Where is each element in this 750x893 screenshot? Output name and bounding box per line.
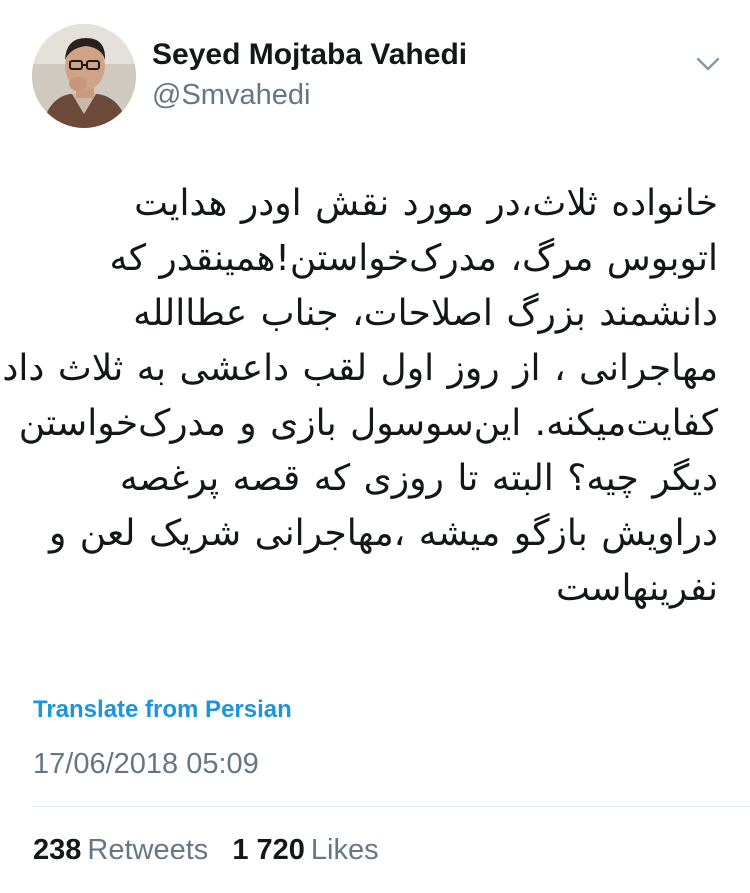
- tweet-text-line: دراویش بازگو میشه ،مهاجرانی شریک لعن و: [48, 513, 718, 554]
- likes-stat[interactable]: 1 720 Likes: [232, 834, 378, 867]
- tweet-header: Seyed Mojtaba Vahedi @Smvahedi: [32, 24, 732, 128]
- tweet-text-line: نفرینهاست: [555, 568, 718, 609]
- tweet-text-line: دیگر چیه؟ البته تا روزی که قصه پرغصه: [119, 458, 718, 499]
- tweet-text: خانواده ثلاث،در مورد نقش اودر هدایت اتوب…: [2, 176, 718, 616]
- chevron-down-icon[interactable]: [694, 54, 722, 74]
- tweet-text-line: کفایت‌میکنه. این‌سوسول بازی و مدرک‌خواست…: [18, 403, 718, 444]
- user-names: Seyed Mojtaba Vahedi @Smvahedi: [152, 38, 467, 112]
- likes-label: Likes: [310, 834, 379, 866]
- tweet-text-line: خانواده ثلاث،در مورد نقش اودر هدایت: [134, 183, 718, 224]
- display-name[interactable]: Seyed Mojtaba Vahedi: [152, 38, 467, 72]
- avatar[interactable]: [32, 24, 136, 128]
- tweet-text-line: اتوبوس مرگ، مدرک‌خواستن!همینقدر که: [109, 238, 718, 279]
- tweet-text-line: دانشمند بزرگ اصلاحات، جناب عطاالله: [133, 293, 718, 334]
- retweets-count: 238: [33, 834, 82, 866]
- likes-count: 1 720: [232, 834, 305, 866]
- profile-photo-icon: [32, 24, 136, 128]
- tweet-timestamp[interactable]: 17/06/2018 05:09: [33, 748, 259, 781]
- user-handle[interactable]: @Smvahedi: [152, 78, 467, 112]
- retweets-stat[interactable]: 238 Retweets: [33, 834, 208, 867]
- tweet-card: Seyed Mojtaba Vahedi @Smvahedi خانواده ث…: [0, 0, 750, 893]
- divider: [32, 806, 750, 807]
- translate-link[interactable]: Translate from Persian: [33, 696, 292, 724]
- tweet-text-line: مهاجرانی ، از روز اول لقب داعشی به ثلاث …: [2, 348, 718, 389]
- tweet-stats: 238 Retweets 1 720 Likes: [33, 834, 395, 867]
- retweets-label: Retweets: [87, 834, 209, 866]
